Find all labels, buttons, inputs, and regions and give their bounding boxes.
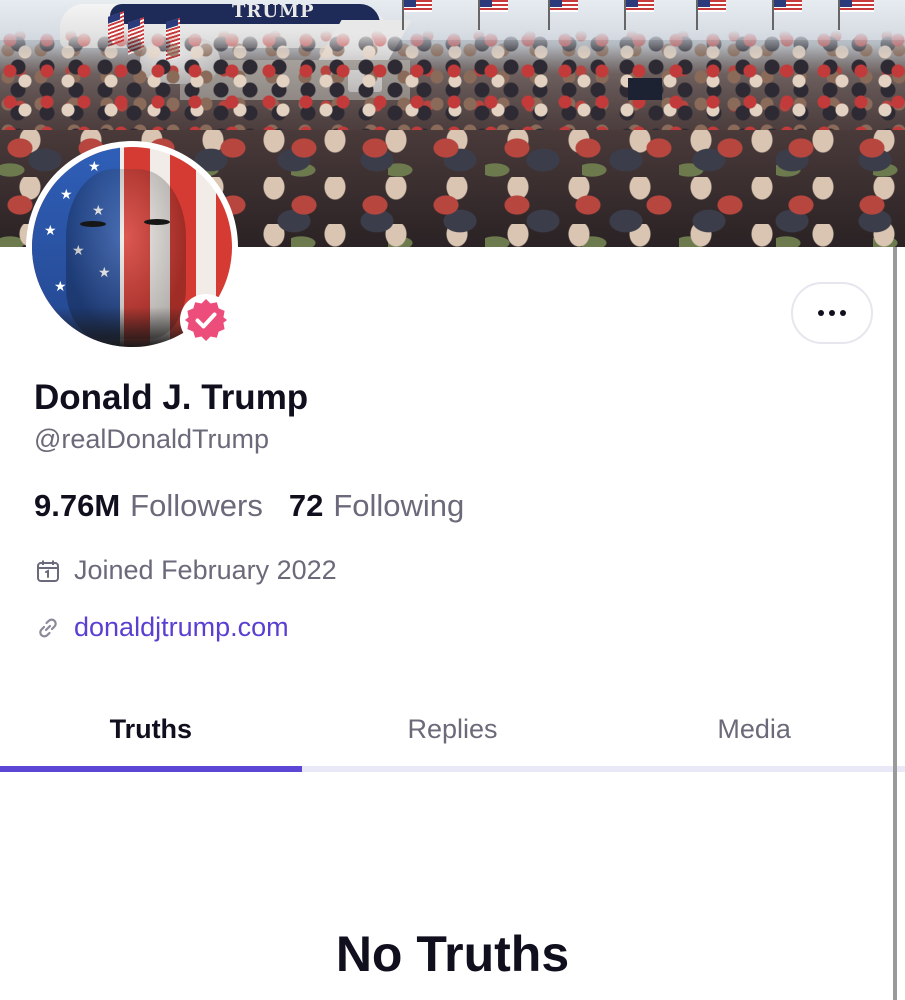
display-name: Donald J. Trump — [34, 378, 309, 417]
banner-podium — [628, 78, 662, 100]
following-count: 72 — [288, 488, 324, 523]
star-icon: ★ — [54, 278, 67, 294]
flag — [550, 0, 578, 12]
banner-airplane-lettering: TRUMP — [232, 1, 315, 22]
joined-text: Joined February 2022 — [74, 555, 337, 585]
avatar-eye — [80, 221, 106, 227]
following-link[interactable]: 72 Following — [289, 488, 464, 524]
tab-truths[interactable]: Truths — [0, 700, 302, 758]
scrollbar[interactable] — [893, 247, 897, 1000]
followers-count: 9.76M — [34, 488, 121, 523]
tab-media[interactable]: Media — [603, 700, 905, 758]
more-options-icon — [818, 310, 824, 316]
followers-link[interactable]: 9.76M Followers — [34, 488, 263, 524]
star-icon: ★ — [44, 222, 57, 238]
profile-stats: 9.76M Followers 72 Following — [34, 488, 464, 524]
profile-tabs: Truths Replies Media — [0, 700, 905, 772]
flag — [840, 0, 874, 12]
flag — [404, 0, 432, 12]
followers-label: Followers — [130, 488, 263, 523]
tab-active-indicator — [0, 766, 302, 772]
flag — [698, 0, 726, 12]
avatar-eye — [144, 219, 170, 225]
flag — [626, 0, 654, 12]
more-options-button[interactable] — [791, 282, 873, 344]
calendar-icon — [34, 557, 62, 585]
more-options-icon-dot — [840, 310, 846, 316]
website-text: donaldjtrump.com — [74, 612, 289, 642]
star-icon: ★ — [60, 186, 73, 202]
verified-badge-shape — [185, 299, 227, 341]
following-label: Following — [333, 488, 465, 523]
star-icon: ★ — [88, 158, 101, 174]
link-icon — [34, 614, 62, 642]
flag — [774, 0, 802, 12]
more-options-icon-dot — [829, 310, 835, 316]
verified-badge-icon — [180, 294, 232, 346]
flag — [480, 0, 508, 12]
joined-date: Joined February 2022 — [34, 555, 337, 586]
username-handle: @realDonaldTrump — [34, 424, 269, 454]
tab-replies[interactable]: Replies — [302, 700, 604, 758]
website-link[interactable]: donaldjtrump.com — [34, 612, 289, 643]
empty-state-title: No Truths — [335, 926, 570, 982]
